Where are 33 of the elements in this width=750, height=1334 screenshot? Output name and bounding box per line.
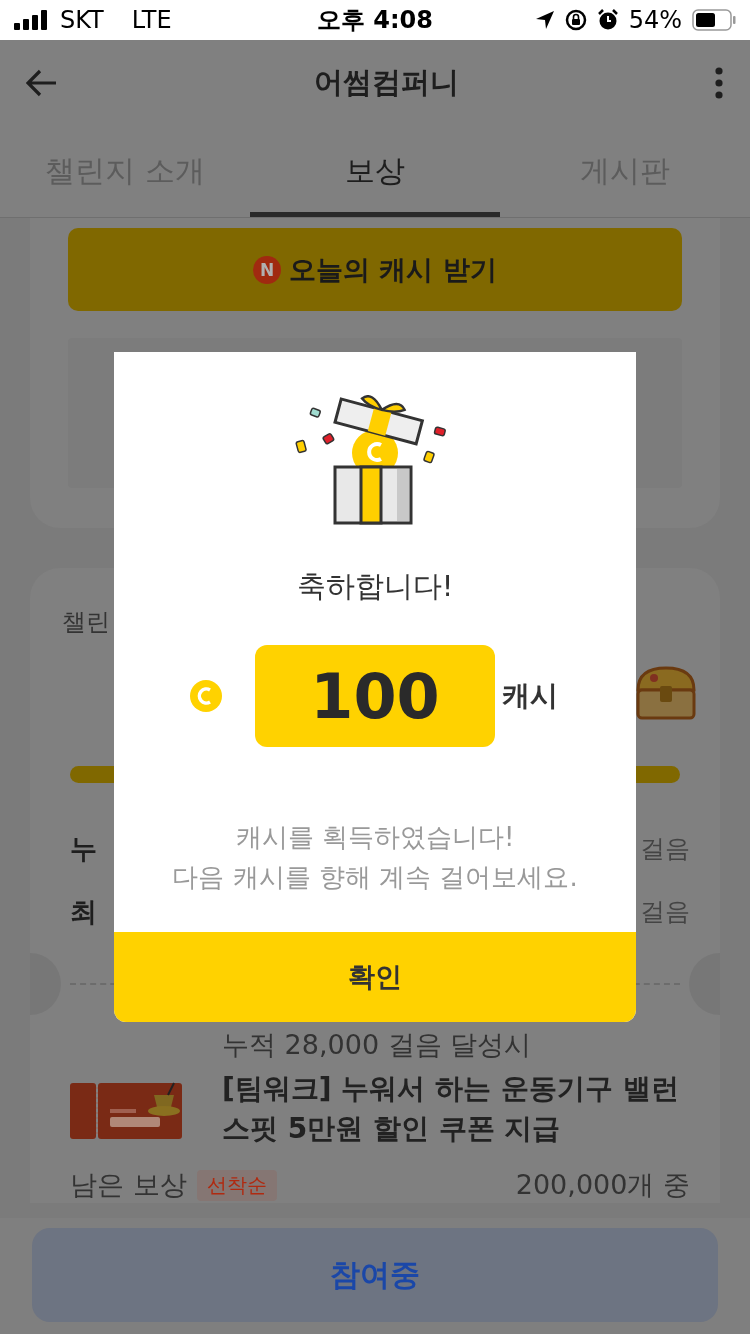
stat-label: 최 [70, 894, 97, 929]
stat-label: 누 [70, 831, 97, 866]
stat-unit: 걸음 [640, 833, 690, 865]
stat-unit: 걸음 [640, 896, 690, 928]
rotation-lock-icon [564, 9, 587, 31]
network-type: LTE [131, 6, 172, 34]
participating-button[interactable]: 참여중 [32, 1228, 718, 1322]
card-title: 챌린 [62, 607, 110, 638]
carrier-name: SKT [60, 6, 104, 34]
cash-unit: 캐시 [502, 678, 558, 714]
congrats-heading: 축하합니다! [296, 568, 454, 605]
battery-icon [692, 9, 736, 31]
message-line: 캐시를 획득하였습니다! [234, 821, 516, 854]
reward-condition: 누적 28,000 걸음 달성시 [222, 1028, 533, 1062]
signal-icon [14, 10, 50, 30]
first-come-tag: 선착순 [196, 1169, 277, 1201]
message-line: 다음 캐시를 향해 계속 걸어보세요. [172, 861, 578, 894]
reward-title: [팀워크] 누워서 하는 운동기구 밸런스핏 5만원 할인 쿠폰 지급 [222, 1071, 680, 1147]
more-menu-icon[interactable] [714, 66, 724, 99]
page-title: 어썸컴퍼니 [312, 63, 460, 101]
remaining-count: 200,000개 중 [515, 1168, 690, 1202]
treasure-chest-icon [634, 664, 698, 722]
new-badge: N [253, 255, 282, 284]
confirm-button[interactable]: 확인 [114, 932, 636, 1022]
clock-time: 오후 4:08 [316, 5, 434, 36]
cash-coin-icon [190, 680, 222, 712]
battery-percent: 54% [628, 6, 682, 34]
cash-amount: 100 [255, 645, 495, 747]
remaining-label: 남은 보상 [70, 1168, 187, 1202]
back-arrow-icon[interactable] [26, 68, 58, 97]
alarm-icon [596, 9, 619, 31]
location-icon [534, 10, 555, 30]
daily-cash-button[interactable]: N 오늘의 캐시 받기 [68, 228, 682, 311]
